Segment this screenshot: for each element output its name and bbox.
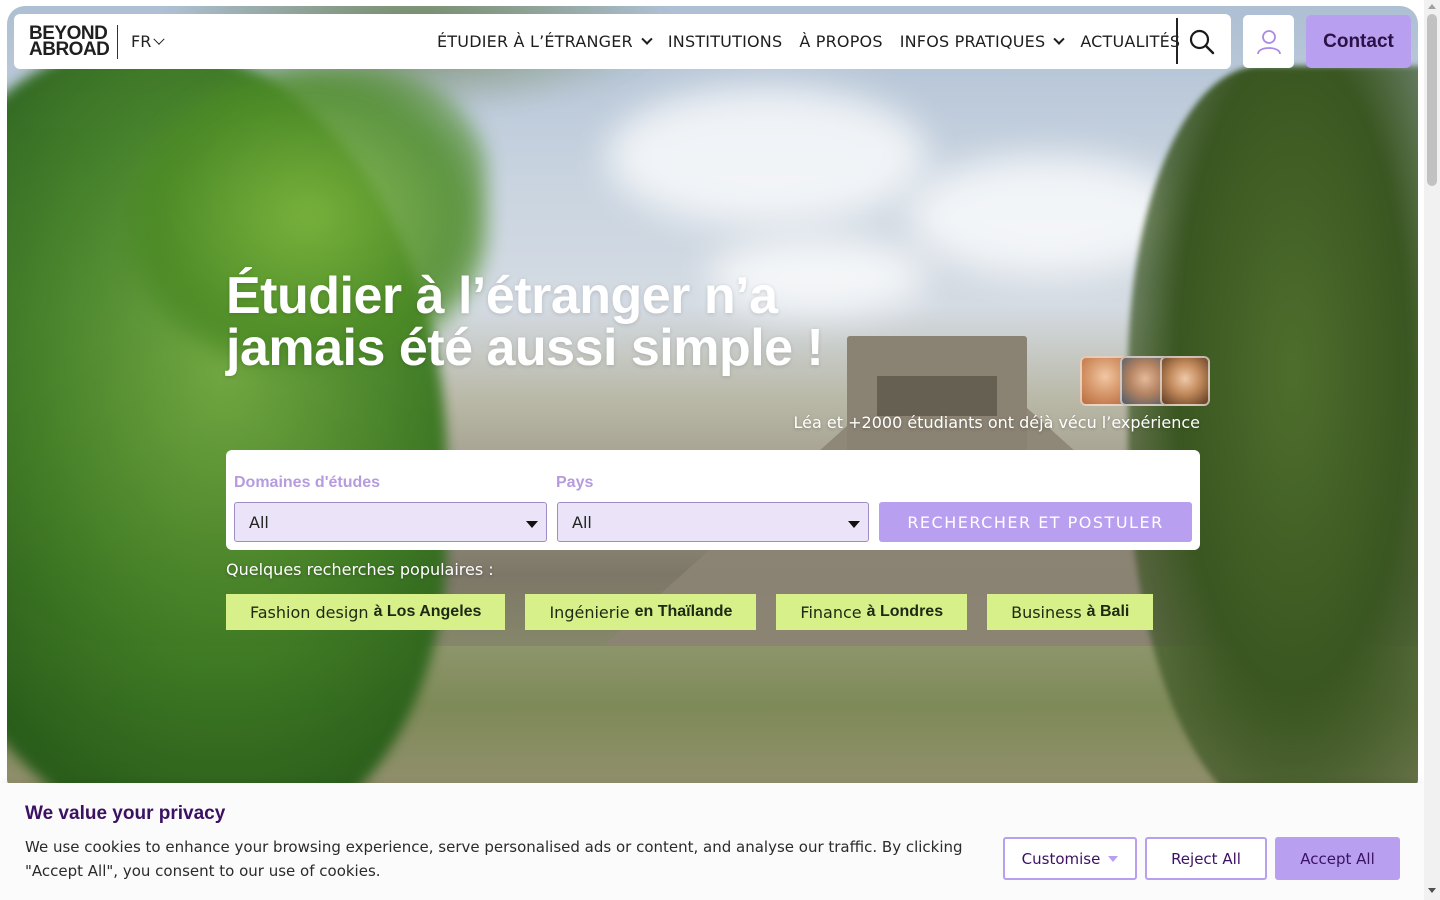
- nav-item-label: ACTUALITÉS: [1080, 32, 1181, 51]
- search-icon[interactable]: [1188, 28, 1216, 56]
- caret-down-icon: [526, 521, 538, 528]
- nav-item-actualites[interactable]: ACTUALITÉS: [1080, 32, 1180, 51]
- nav-item-etudier[interactable]: ÉTUDIER À L’ÉTRANGER: [437, 32, 653, 51]
- scroll-down-icon[interactable]: [1428, 888, 1436, 893]
- chevron-down-icon: [641, 33, 653, 45]
- chip-fashion-los-angeles[interactable]: Fashion design à Los Angeles: [226, 594, 506, 630]
- headline-line-2: jamais été aussi simple !: [226, 319, 824, 377]
- contact-button[interactable]: Contact: [1306, 15, 1411, 68]
- social-proof-text: Léa et +2000 étudiants ont déjà vécu l’e…: [793, 413, 1200, 432]
- chevron-down-icon: [153, 33, 165, 45]
- popular-searches-label: Quelques recherches populaires :: [226, 560, 494, 579]
- chip-business-bali[interactable]: Business à Bali: [987, 594, 1154, 630]
- select-pays[interactable]: All: [557, 502, 869, 542]
- nav-divider: [1176, 18, 1178, 64]
- accept-all-button[interactable]: Accept All: [1275, 837, 1400, 880]
- cookie-consent-banner: We value your privacy We use cookies to …: [0, 783, 1424, 900]
- chip-field: Fashion design: [250, 602, 369, 622]
- language-selector[interactable]: FR: [131, 32, 165, 51]
- field-label-domaines: Domaines d'études: [234, 474, 381, 491]
- reject-all-button[interactable]: Reject All: [1145, 837, 1267, 880]
- scroll-up-icon[interactable]: [1428, 4, 1436, 9]
- student-avatars: [1080, 356, 1210, 406]
- select-value: All: [249, 512, 269, 532]
- logo-line-2: ABROAD: [29, 38, 110, 60]
- customise-button[interactable]: Customise: [1003, 837, 1137, 880]
- main-nav: ÉTUDIER À L’ÉTRANGER INSTITUTIONS À PROP…: [437, 14, 1197, 69]
- scrollbar-thumb[interactable]: [1427, 14, 1437, 186]
- caret-down-icon: [848, 521, 860, 528]
- cloud-shape: [607, 86, 927, 226]
- chip-finance-londres[interactable]: Finance à Londres: [776, 594, 968, 630]
- search-submit-button[interactable]: RECHERCHER ET POSTULER: [879, 502, 1192, 542]
- hero-headline: Étudier à l’étranger n’a jamais été auss…: [226, 270, 926, 374]
- chip-field: Business: [1011, 602, 1082, 622]
- cookie-title: We value your privacy: [25, 803, 226, 824]
- chip-field: Ingénierie: [549, 602, 630, 622]
- avatar: [1160, 356, 1210, 406]
- top-navbar: BEYOND ABROAD FR ÉTUDIER À L’ÉTRANGER IN…: [14, 14, 1231, 69]
- customise-label: Customise: [1021, 849, 1101, 868]
- chip-place: à Londres: [866, 603, 944, 620]
- headline-line-1: Étudier à l’étranger n’a: [226, 267, 778, 325]
- chevron-down-icon: [1053, 33, 1065, 45]
- chip-place: en Thaïlande: [634, 603, 733, 620]
- nav-item-label: À PROPOS: [799, 32, 883, 51]
- user-icon: [1256, 29, 1281, 54]
- chip-field: Finance: [800, 602, 862, 622]
- caret-down-icon: [1108, 855, 1119, 862]
- nav-item-label: INSTITUTIONS: [667, 32, 783, 51]
- nav-item-infos-pratiques[interactable]: INFOS PRATIQUES: [899, 32, 1065, 51]
- brand-logo[interactable]: BEYOND ABROAD: [29, 24, 110, 60]
- select-value: All: [572, 512, 592, 532]
- nav-item-label: ÉTUDIER À L’ÉTRANGER: [437, 32, 633, 51]
- language-label: FR: [131, 32, 152, 51]
- select-domaines[interactable]: All: [234, 502, 547, 542]
- popular-searches: Fashion design à Los Angeles Ingénierie …: [226, 594, 1173, 630]
- account-button[interactable]: [1243, 15, 1294, 68]
- nav-item-a-propos[interactable]: À PROPOS: [799, 32, 882, 51]
- program-search-form: Domaines d'études All Pays All RECHERCHE…: [226, 450, 1200, 550]
- chip-place: à Los Angeles: [373, 603, 482, 620]
- cookie-text: We use cookies to enhance your browsing …: [25, 838, 963, 880]
- field-label-pays: Pays: [556, 474, 594, 491]
- nav-item-label: INFOS PRATIQUES: [899, 32, 1046, 51]
- logo-divider: [117, 24, 118, 59]
- nav-item-institutions[interactable]: INSTITUTIONS: [668, 32, 782, 51]
- page-scrollbar[interactable]: [1424, 0, 1440, 900]
- chip-place: à Bali: [1086, 603, 1130, 620]
- chip-ingenierie-thailande[interactable]: Ingénierie en Thaïlande: [525, 594, 757, 630]
